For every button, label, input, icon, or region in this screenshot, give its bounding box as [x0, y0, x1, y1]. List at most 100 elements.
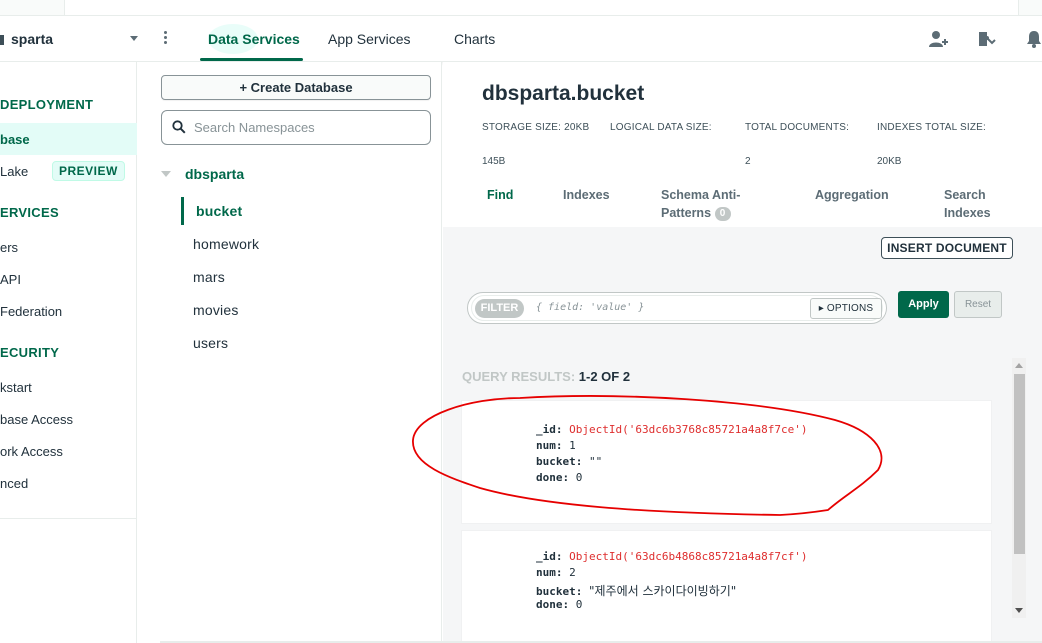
- top-navigation-bar: sparta Data Services App Services Charts: [0, 16, 1042, 62]
- field-value: "제주에서 스카이다이빙하기": [588, 584, 737, 598]
- nav-item-data-federation[interactable]: Federation: [0, 304, 62, 319]
- services-heading: ERVICES: [0, 205, 59, 220]
- project-icon: [0, 35, 4, 45]
- nav-item-quickstart[interactable]: kstart: [0, 380, 32, 395]
- document-card[interactable]: _id: ObjectId('63dc6b3768c85721a4a8f7ce'…: [462, 401, 991, 523]
- selected-collection-indicator: [181, 197, 184, 225]
- schema-count-badge: 0: [714, 206, 731, 221]
- left-navigation: DEPLOYMENT base Lake PREVIEW ERVICES ers…: [0, 62, 137, 643]
- tab-charts[interactable]: Charts: [454, 31, 495, 47]
- add-user-icon[interactable]: [928, 29, 948, 49]
- browser-top-strip: [0, 0, 1042, 16]
- filter-pill: FILTER: [475, 299, 524, 318]
- storage-size-stat: STORAGE SIZE: 20KB: [482, 122, 590, 133]
- nav-item-advanced[interactable]: nced: [0, 476, 28, 491]
- bell-icon[interactable]: [1024, 29, 1042, 49]
- tab-schema-anti-patterns[interactable]: Schema Anti- Patterns 0: [661, 186, 740, 222]
- doc-field-bucket: bucket: "": [536, 455, 602, 468]
- field-key: _id:: [536, 550, 563, 563]
- namespace-search[interactable]: [161, 110, 431, 145]
- field-value: 0: [575, 471, 583, 484]
- doc-field-bucket: bucket: "제주에서 스카이다이빙하기": [536, 582, 736, 599]
- field-value: ObjectId('63dc6b4868c85721a4a8f7cf'): [569, 550, 808, 563]
- nav-divider: [0, 518, 137, 519]
- create-database-button[interactable]: + Create Database: [161, 75, 431, 100]
- filter-inner: FILTER { field: 'value' } ▸ OPTIONS: [471, 295, 883, 321]
- doc-field-done: done: 0: [536, 598, 582, 611]
- results-scrollbar[interactable]: [1012, 358, 1026, 618]
- field-key: _id:: [536, 423, 563, 436]
- field-key: bucket:: [536, 585, 583, 598]
- deployment-heading: DEPLOYMENT: [0, 97, 94, 112]
- total-documents-label: TOTAL DOCUMENTS:: [745, 122, 850, 133]
- tab-indexes[interactable]: Indexes: [563, 186, 610, 204]
- tab-aggregation[interactable]: Aggregation: [815, 186, 889, 204]
- database-panel: + Create Database dbsparta bucket homewo…: [137, 62, 442, 643]
- logical-size-label: LOGICAL DATA SIZE:: [610, 122, 712, 133]
- project-name: sparta: [11, 31, 54, 47]
- field-value: 0: [575, 598, 583, 611]
- field-value: "": [588, 455, 603, 468]
- doc-field-id: _id: ObjectId('63dc6b3768c85721a4a8f7ce'…: [536, 423, 808, 436]
- doc-field-id: _id: ObjectId('63dc6b4868c85721a4a8f7cf'…: [536, 550, 808, 563]
- active-tab-indicator: [200, 58, 303, 61]
- tab-search-indexes[interactable]: Search Indexes: [944, 186, 991, 222]
- collection-main-view: dbsparta.bucket STORAGE SIZE: 20KB LOGIC…: [443, 62, 1042, 643]
- field-key: done:: [536, 598, 570, 611]
- apply-button[interactable]: Apply: [898, 291, 949, 318]
- project-selector[interactable]: sparta: [0, 31, 53, 47]
- chevron-down-icon[interactable]: [130, 36, 138, 41]
- doc-field-done: done: 0: [536, 471, 582, 484]
- collection-item-movies[interactable]: movies: [193, 302, 239, 318]
- schema-tab-line1: Schema Anti-: [661, 188, 741, 202]
- collection-item-bucket[interactable]: bucket: [196, 203, 242, 219]
- doc-field-num: num: 1: [536, 439, 576, 452]
- security-heading: ECURITY: [0, 345, 60, 360]
- field-key: done:: [536, 471, 570, 484]
- database-name[interactable]: dbsparta: [185, 166, 244, 182]
- tab-find[interactable]: Find: [487, 186, 513, 204]
- scrollbar-thumb[interactable]: [1014, 374, 1025, 554]
- field-key: bucket:: [536, 455, 583, 468]
- collection-item-homework[interactable]: homework: [193, 236, 259, 252]
- doc-field-num: num: 2: [536, 566, 576, 579]
- tab-data-services[interactable]: Data Services: [208, 31, 300, 47]
- top-strip-block: [64, 0, 1019, 15]
- filter-input[interactable]: { field: 'value' }: [536, 302, 644, 313]
- nav-item-network-access[interactable]: ork Access: [0, 444, 63, 459]
- collection-item-users[interactable]: users: [193, 335, 228, 351]
- search-tab-line2: Indexes: [944, 206, 991, 220]
- query-results-prefix: QUERY RESULTS:: [462, 369, 579, 384]
- field-value: ObjectId('63dc6b3768c85721a4a8f7ce'): [569, 423, 808, 436]
- search-tab-line1: Search: [944, 188, 986, 202]
- nav-item-database-access[interactable]: base Access: [0, 412, 73, 427]
- query-results-label: QUERY RESULTS: 1-2 OF 2: [462, 369, 630, 384]
- nav-item-database[interactable]: base: [0, 132, 30, 147]
- collection-title: dbsparta.bucket: [482, 82, 645, 105]
- collapse-caret-icon[interactable]: [161, 171, 171, 177]
- search-namespaces-input[interactable]: [194, 120, 414, 135]
- query-results-count: 1-2 OF 2: [578, 369, 631, 384]
- preview-badge: PREVIEW: [52, 161, 125, 181]
- indexes-size-value: 20KB: [877, 156, 902, 167]
- total-documents-value: 2: [745, 156, 751, 167]
- nav-item-data-api[interactable]: API: [0, 272, 21, 287]
- nav-item-data-lake[interactable]: Lake: [0, 164, 28, 179]
- scroll-up-arrow-icon[interactable]: [1015, 363, 1023, 368]
- more-vertical-icon[interactable]: [164, 31, 168, 46]
- field-value: 1: [569, 439, 576, 452]
- field-key: num:: [536, 566, 563, 579]
- reset-button[interactable]: Reset: [954, 291, 1002, 318]
- indexes-size-label: INDEXES TOTAL SIZE:: [877, 122, 987, 133]
- insert-document-button[interactable]: INSERT DOCUMENT: [881, 237, 1013, 259]
- document-card[interactable]: _id: ObjectId('63dc6b4868c85721a4a8f7cf'…: [462, 531, 991, 643]
- integrations-icon[interactable]: [976, 29, 996, 49]
- field-key: num:: [536, 439, 563, 452]
- logical-size-value: 145B: [482, 156, 506, 167]
- options-button[interactable]: ▸ OPTIONS: [810, 298, 882, 319]
- collection-item-mars[interactable]: mars: [193, 269, 225, 285]
- tab-app-services[interactable]: App Services: [328, 31, 410, 47]
- scroll-down-arrow-icon[interactable]: [1015, 608, 1023, 613]
- search-icon: [172, 120, 186, 134]
- nav-item-triggers[interactable]: ers: [0, 240, 18, 255]
